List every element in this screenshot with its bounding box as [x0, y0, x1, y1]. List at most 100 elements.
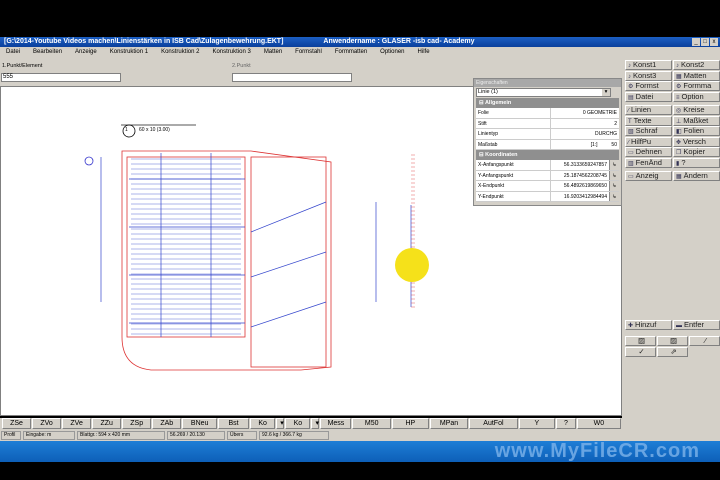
maximize-button[interactable]: □ — [701, 38, 709, 46]
prop-value[interactable]: 56.4892619869650 — [551, 181, 609, 191]
status-field-5: 92.6 kg / 366.7 kg — [259, 431, 329, 440]
toolbar-button-6[interactable]: BNeu — [182, 418, 218, 429]
toolbar-button-3[interactable]: ZZu — [92, 418, 122, 429]
prop-value[interactable]: [1:] 50 — [551, 140, 619, 150]
right-button-datei[interactable]: ▤ Datei — [625, 91, 672, 102]
right-button-fenänd[interactable]: ▥ FenÄnd — [625, 157, 672, 168]
menu-bearbeiten[interactable]: Bearbeiten — [33, 47, 62, 58]
menu-anzeige[interactable]: Anzeige — [75, 47, 97, 58]
right-button-dehnen[interactable]: ▭ Dehnen — [625, 147, 672, 157]
right-button-texte[interactable]: T Texte — [625, 115, 672, 126]
toolbar-button-0[interactable]: ZSe — [2, 418, 32, 429]
toolbar-button-2[interactable]: ZVe — [62, 418, 92, 429]
status-field-2: Blattgr.: 594 x 420 mm — [77, 431, 165, 440]
right-button-option[interactable]: ≡ Option — [673, 91, 720, 102]
prop-row: Folie 0 GEOMETRIE — [476, 108, 619, 119]
point2-input[interactable] — [232, 73, 352, 82]
menu-konstruktion-3[interactable]: Konstruktion 3 — [212, 47, 250, 58]
check-button[interactable]: ✓ — [625, 347, 656, 357]
button-icon: ▥ — [628, 160, 634, 167]
button-label: Kreise — [683, 105, 705, 114]
menu-datei[interactable]: Datei — [6, 47, 20, 58]
toolbar-button-16[interactable]: AutFol — [469, 418, 518, 429]
button-label: Linien — [631, 105, 652, 114]
section-koordinaten[interactable]: ⊟ Koordinaten — [476, 150, 619, 160]
right-button-kopier[interactable]: ❐ Kopier — [673, 147, 720, 157]
menu-konstruktion-2[interactable]: Konstruktion 2 — [161, 47, 199, 58]
button-label: Konst2 — [681, 60, 705, 69]
pick-point-icon[interactable]: ↳ — [609, 191, 619, 201]
toolbar-button-7[interactable]: Bst — [218, 418, 250, 429]
right-button-anzeig[interactable]: ▭ Anzeig — [625, 171, 672, 181]
right-button-konst3[interactable]: ♪ Konst3 — [625, 70, 672, 81]
right-button-formma[interactable]: ⚙ Formma — [673, 81, 720, 91]
right-button-ändern[interactable]: ▦ Ändern — [673, 171, 720, 181]
toolbar-button-15[interactable]: MPan — [429, 418, 469, 429]
pick-point-icon[interactable]: ↳ — [609, 170, 619, 180]
pick-point-icon[interactable]: ↳ — [609, 181, 619, 191]
right-button-linien[interactable]: ∕ Linien — [625, 105, 672, 115]
minimize-button[interactable]: _ — [692, 38, 700, 46]
right-button-konst2[interactable]: ♪ Konst2 — [673, 60, 720, 70]
right-button-hilfpu[interactable]: ∕ HilfPu — [625, 136, 672, 147]
button-icon: ≡ — [676, 94, 680, 101]
prop-value[interactable]: 25.1874562208745 — [551, 171, 609, 181]
button-icon: ∕ — [628, 108, 630, 114]
remove-button[interactable]: ▬ Entfer — [673, 320, 720, 330]
toolbar-button-12[interactable]: Mess — [320, 418, 352, 429]
toolbar-button-8[interactable]: Ko — [250, 418, 276, 429]
pick-point-icon[interactable]: ↳ — [609, 160, 619, 170]
right-button-kreise[interactable]: ◎ Kreise — [673, 105, 720, 115]
toolbar-button-5[interactable]: ZAb — [152, 418, 182, 429]
toolbar-button-4[interactable]: ZSp — [122, 418, 152, 429]
menu-formmatten[interactable]: Formmatten — [335, 47, 367, 58]
toolbar-button-13[interactable]: M50 — [352, 418, 392, 429]
tool-button[interactable]: ⇗ — [657, 347, 688, 357]
button-label: ? — [681, 157, 686, 167]
toolbar-button-1[interactable]: ZVo — [32, 418, 62, 429]
prop-value[interactable]: 56.3133659247857 — [551, 160, 609, 170]
right-button-[interactable]: ▮? — [673, 157, 720, 168]
toolbar-button-19[interactable]: W0 — [576, 418, 622, 429]
add-button[interactable]: ✚ Hinzuf — [625, 320, 672, 330]
dropdown-arrow-icon[interactable]: ▾ — [602, 89, 610, 96]
button-label: Formma — [683, 81, 712, 90]
menu-matten[interactable]: Matten — [264, 47, 282, 58]
close-button[interactable]: x — [710, 38, 718, 46]
right-button-matten[interactable]: ▦ Matten — [673, 70, 720, 81]
menu-formstahl[interactable]: Formstahl — [295, 47, 322, 58]
toolbar-button-18[interactable]: ? — [556, 418, 576, 429]
toolbar-button-9[interactable]: ▾ — [276, 418, 285, 429]
menu-hilfe[interactable]: Hilfe — [418, 47, 430, 58]
button-label: Konst1 — [633, 60, 657, 69]
section-allgemein[interactable]: ⊟ Allgemein — [476, 98, 619, 108]
prop-row: Maßstab [1:] 50 — [476, 139, 619, 150]
element-select[interactable]: Linie (1) ▾ — [476, 88, 611, 97]
coord-row: X-Endpunkt 56.4892619869650 ↳ — [476, 181, 619, 192]
right-button-konst1[interactable]: ♪ Konst1 — [625, 60, 672, 70]
prop-value[interactable]: DURCHG — [551, 129, 619, 139]
toolbar-button-17[interactable]: Y — [518, 418, 556, 429]
tool-button[interactable]: ▨ — [657, 336, 688, 346]
point1-input[interactable]: 555 — [1, 73, 121, 82]
toolbar-button-10[interactable]: Ko — [285, 418, 311, 429]
menu-optionen[interactable]: Optionen — [380, 47, 404, 58]
prop-value[interactable]: 16.9203412984494 — [551, 192, 609, 202]
right-button-formst[interactable]: ⚙ Formst — [625, 81, 672, 91]
button-label: Maßket — [683, 115, 709, 125]
button-icon: ▦ — [676, 174, 682, 180]
prop-value[interactable]: 0 GEOMETRIE — [551, 108, 619, 118]
right-button-schraf[interactable]: ▧ Schraf — [625, 126, 672, 136]
prop-row: Stift 2 — [476, 118, 619, 129]
menu-konstruktion-1[interactable]: Konstruktion 1 — [110, 47, 148, 58]
toolbar-button-11[interactable]: ▾ — [311, 418, 320, 429]
toolbar-button-14[interactable]: HP — [392, 418, 429, 429]
button-label: Formst — [635, 81, 659, 90]
right-button-versch[interactable]: ✥ Versch — [673, 136, 720, 147]
prop-value[interactable]: 2 — [551, 119, 619, 129]
right-button-folien[interactable]: ◧ Folien — [673, 126, 720, 136]
tool-button[interactable]: ⁄ — [689, 336, 720, 346]
button-label: Schraf — [635, 126, 658, 135]
right-button-maßket[interactable]: ⊥ Maßket — [673, 115, 720, 126]
tool-button[interactable]: ▨ — [625, 336, 656, 346]
